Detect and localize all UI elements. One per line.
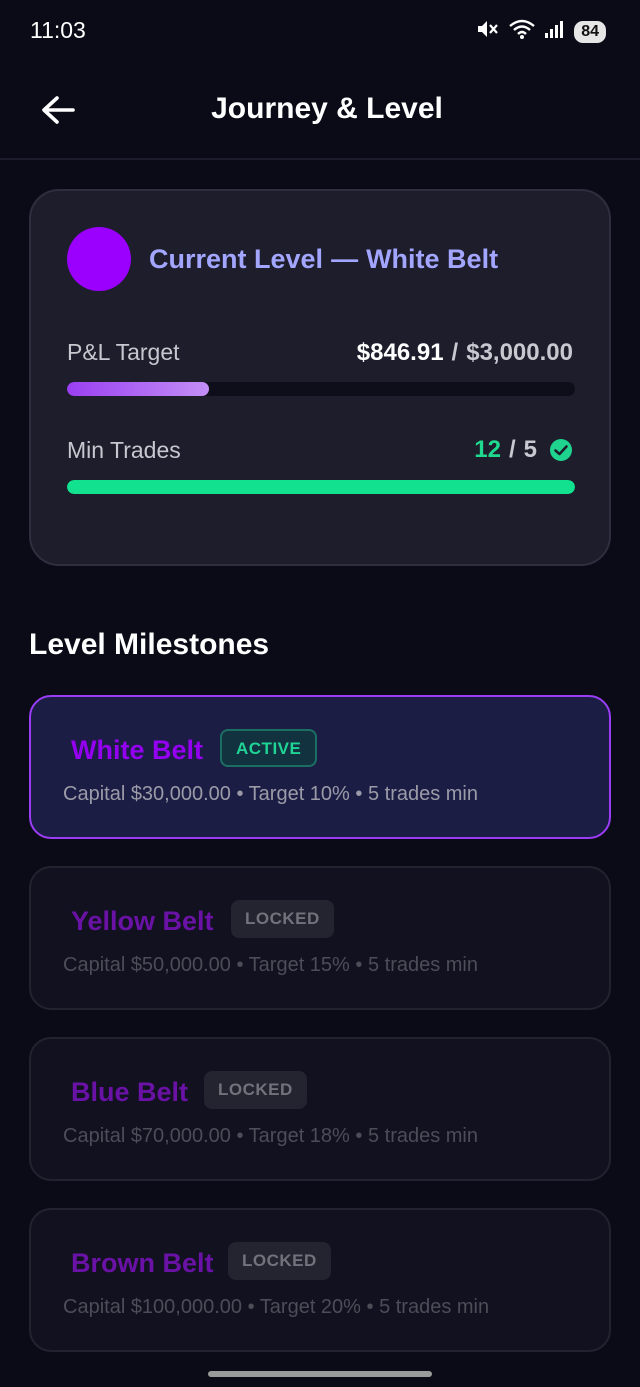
trades-slash: / xyxy=(508,436,516,463)
pnl-progress-bar xyxy=(67,382,575,396)
pnl-target-label: P&L Target xyxy=(67,339,180,365)
min-trades-label: Min Trades xyxy=(67,437,181,463)
app-header: Journey & Level xyxy=(0,62,640,160)
milestone-name: Brown Belt xyxy=(71,1248,214,1278)
current-level-heading: Current Level — White Belt xyxy=(149,244,498,275)
status-bar: 11:03 84 xyxy=(0,0,640,60)
status-badge-locked: LOCKED xyxy=(231,900,334,938)
status-badge-locked: LOCKED xyxy=(204,1071,307,1109)
status-badge-locked: LOCKED xyxy=(228,1242,331,1280)
milestone-card-brown-belt[interactable]: Brown Belt LOCKED Capital $100,000.00 • … xyxy=(29,1208,611,1352)
milestone-details: Capital $70,000.00 • Target 18% • 5 trad… xyxy=(63,1125,478,1147)
min-trades-value: 12 / 5 xyxy=(474,436,573,464)
milestone-name: White Belt xyxy=(71,735,203,765)
pnl-current: $846.91 xyxy=(356,339,444,366)
milestone-card-yellow-belt[interactable]: Yellow Belt LOCKED Capital $50,000.00 • … xyxy=(29,866,611,1010)
status-time: 11:03 xyxy=(30,17,86,43)
current-level-prefix: Current Level xyxy=(149,244,324,274)
check-circle-icon xyxy=(549,438,573,462)
pnl-target-total: $3,000.00 xyxy=(466,339,573,366)
pnl-slash: / xyxy=(451,339,459,366)
status-icons: 84 xyxy=(476,18,606,45)
milestone-name: Yellow Belt xyxy=(71,906,214,936)
signal-icon xyxy=(544,19,566,44)
trades-progress-bar xyxy=(67,480,575,494)
home-indicator[interactable] xyxy=(208,1371,432,1377)
milestone-name: Blue Belt xyxy=(71,1077,189,1107)
level-avatar xyxy=(67,227,131,291)
milestone-details: Capital $50,000.00 • Target 15% • 5 trad… xyxy=(63,954,478,976)
battery-indicator: 84 xyxy=(574,20,606,43)
current-level-separator: — xyxy=(331,244,359,274)
status-badge-active: ACTIVE xyxy=(220,729,318,767)
pnl-progress-fill xyxy=(67,382,209,396)
milestones-title: Level Milestones xyxy=(29,628,270,661)
milestone-details: Capital $100,000.00 • Target 20% • 5 tra… xyxy=(63,1296,490,1318)
milestone-details: Capital $30,000.00 • Target 10% • 5 trad… xyxy=(63,783,478,805)
current-level-name: White Belt xyxy=(366,244,499,274)
wifi-icon xyxy=(508,18,536,45)
current-level-card: Current Level — White Belt P&L Target $846… xyxy=(29,189,611,566)
trades-min: 5 xyxy=(523,436,537,463)
page-title: Journey & Level xyxy=(211,92,443,125)
milestone-card-white-belt[interactable]: White Belt ACTIVE Capital $30,000.00 • T… xyxy=(29,695,611,839)
pnl-target-value: $846.91 / $3,000.00 xyxy=(357,339,573,367)
screen: 11:03 84 Journey & Level Current Level —… xyxy=(0,0,640,1387)
milestone-card-blue-belt[interactable]: Blue Belt LOCKED Capital $70,000.00 • Ta… xyxy=(29,1037,611,1181)
trades-count: 12 xyxy=(474,436,501,463)
trades-progress-fill xyxy=(67,480,575,494)
mute-icon xyxy=(476,18,500,45)
